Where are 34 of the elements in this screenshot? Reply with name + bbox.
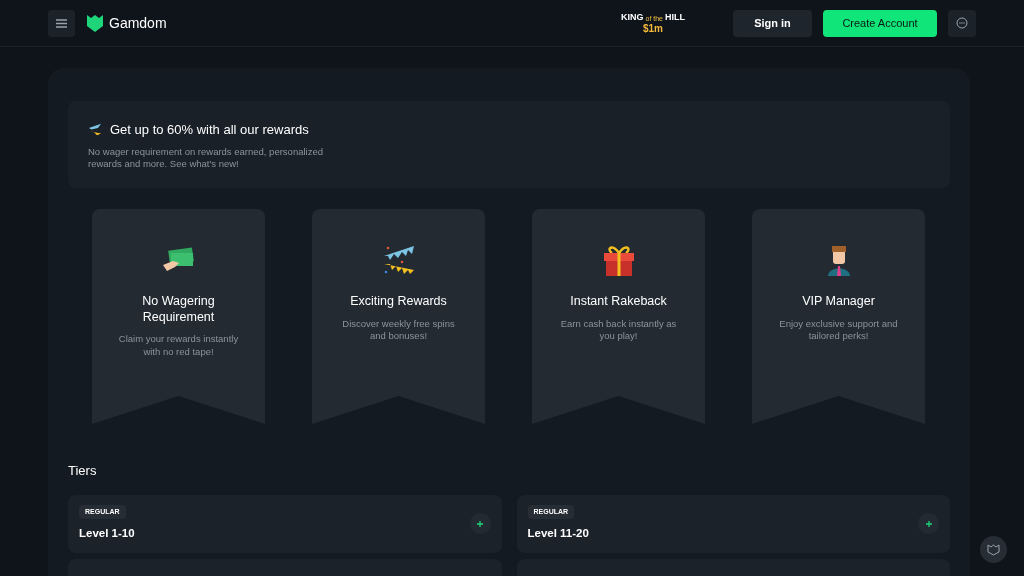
sign-in-button[interactable]: Sign in bbox=[733, 9, 812, 37]
feature-title: VIP Manager bbox=[801, 294, 876, 310]
tier-title: Level 11-20 bbox=[527, 526, 589, 542]
banner-title: Get up to 60% with all our rewards bbox=[110, 121, 309, 139]
menu-icon bbox=[56, 18, 67, 28]
promo-text: HILL bbox=[665, 12, 685, 22]
expand-button[interactable] bbox=[469, 513, 491, 534]
cash-hand-icon bbox=[162, 247, 195, 273]
plus-icon bbox=[477, 520, 483, 527]
tiers-heading: Tiers bbox=[68, 462, 98, 480]
feature-description: Discover weekly free spins and bonuses! bbox=[341, 317, 456, 343]
plus-icon bbox=[925, 520, 932, 527]
promo-amount: $1m bbox=[643, 23, 663, 34]
banner-text: No wager requirement on rewards earned, personalized rewards and more. See what's new! bbox=[88, 145, 324, 171]
logo-icon bbox=[87, 14, 103, 32]
manager-icon bbox=[825, 244, 852, 276]
feature-title: No Wagering Requirement bbox=[141, 294, 216, 326]
feature-description: Enjoy exclusive support and tailored perks! bbox=[778, 317, 899, 343]
menu-button[interactable] bbox=[48, 9, 75, 37]
feature-description: Earn cash back instantly as you play! bbox=[559, 317, 678, 343]
feature-title: Exciting Rewards bbox=[349, 294, 448, 310]
tier-title: Level 1-10 bbox=[79, 526, 135, 542]
expand-button[interactable] bbox=[918, 513, 939, 534]
brand-name: Gamdom bbox=[109, 13, 167, 33]
castle-icon bbox=[987, 543, 1000, 556]
chat-button[interactable] bbox=[948, 9, 976, 37]
feature-description: Claim your rewards instantly with no red tape! bbox=[117, 333, 240, 358]
chat-icon bbox=[956, 17, 968, 29]
support-button[interactable] bbox=[980, 536, 1007, 563]
gift-icon bbox=[601, 243, 636, 277]
create-account-button[interactable]: Create Account bbox=[823, 9, 937, 37]
bunting-icon bbox=[88, 123, 102, 137]
feature-title: Instant Rakeback bbox=[569, 294, 668, 310]
promo-text: KING bbox=[621, 12, 644, 22]
